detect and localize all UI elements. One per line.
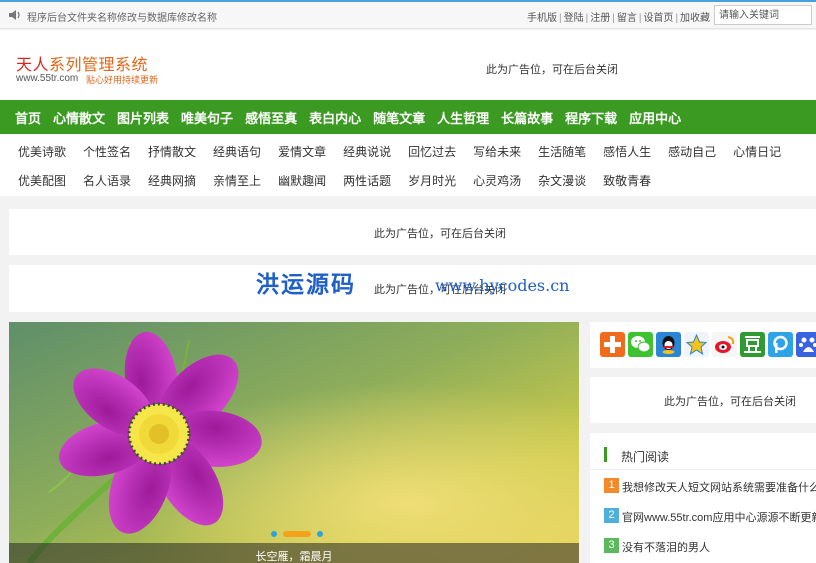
section-marker bbox=[604, 447, 607, 462]
subnav-item[interactable]: 优美配图 bbox=[18, 172, 66, 192]
douban-icon[interactable] bbox=[740, 332, 765, 357]
ad-text: 此为广告位，可在后台关闭 bbox=[664, 396, 796, 408]
subnav-item[interactable]: 两性话题 bbox=[343, 172, 391, 192]
nav-home[interactable]: 首页 bbox=[15, 108, 41, 127]
qq-icon[interactable] bbox=[656, 332, 681, 357]
ad-banner-1[interactable]: 此为广告位，可在后台关闭 bbox=[9, 209, 816, 255]
slider-dot[interactable] bbox=[271, 531, 277, 537]
subnav-item[interactable]: 个性签名 bbox=[83, 143, 131, 163]
message-link[interactable]: 留言 bbox=[617, 13, 637, 24]
main-nav: 首页 心情散文 图片列表 唯美句子 感悟至真 表白内心 随笔文章 人生哲理 长篇… bbox=[0, 100, 816, 134]
nav-essays[interactable]: 随笔文章 bbox=[373, 108, 425, 127]
subnav-item[interactable]: 心情日记 bbox=[733, 143, 781, 163]
divider bbox=[590, 469, 816, 470]
plus-share-icon[interactable] bbox=[600, 332, 625, 357]
subnav-item[interactable]: 心灵鸡汤 bbox=[473, 172, 521, 192]
subnav-item[interactable]: 致敬青春 bbox=[603, 172, 651, 192]
top-links: 手机版 | 登陆 | 注册 | 留言 | 设首页 | 加收藏 bbox=[527, 13, 711, 24]
rank-badge: 2 bbox=[604, 508, 619, 523]
subnav-item[interactable]: 经典网摘 bbox=[148, 172, 196, 192]
nav-downloads[interactable]: 程序下载 bbox=[565, 108, 617, 127]
qzone-star-icon[interactable] bbox=[684, 332, 709, 357]
image-slider[interactable]: 长空雁，霜晨月 bbox=[9, 322, 579, 563]
sub-nav-row-2: 优美配图 名人语录 经典网摘 亲情至上 幽默趣闻 两性话题 岁月时光 心灵鸡汤 … bbox=[18, 172, 668, 192]
set-homepage-link[interactable]: 设首页 bbox=[643, 13, 673, 24]
ad-banner-3[interactable]: 此为广告位，可在后台关闭 bbox=[590, 377, 816, 423]
login-link[interactable]: 登陆 bbox=[564, 13, 584, 24]
top-bar: 程序后台文件夹名称修改与数据库修改名称 手机版 | 登陆 | 注册 | 留言 | 设首页 | 加收藏 bbox=[0, 0, 816, 29]
wechat-icon[interactable] bbox=[628, 332, 653, 357]
pengyou-icon[interactable] bbox=[768, 332, 793, 357]
nav-insight[interactable]: 感悟至真 bbox=[245, 108, 297, 127]
slider-dot[interactable] bbox=[317, 531, 323, 537]
watermark-url: www.hycodes.cn bbox=[435, 276, 570, 295]
subnav-item[interactable]: 生活随笔 bbox=[538, 143, 586, 163]
watermark-cn: 洪运源码 bbox=[256, 271, 356, 297]
list-item-title[interactable]: 没有不落泪的男人 bbox=[622, 539, 710, 555]
header-ad[interactable]: 此为广告位，可在后台关闭 bbox=[486, 61, 618, 77]
mobile-link[interactable]: 手机版 bbox=[527, 13, 557, 24]
ad-text: 此为广告位，可在后台关闭 bbox=[374, 228, 506, 240]
subnav-item[interactable]: 写给未来 bbox=[473, 143, 521, 163]
subnav-item[interactable]: 杂文漫谈 bbox=[538, 172, 586, 192]
subnav-item[interactable]: 抒情散文 bbox=[148, 143, 196, 163]
logo-url: www.55tr.com bbox=[16, 73, 79, 84]
notice-text[interactable]: 程序后台文件夹名称修改与数据库修改名称 bbox=[27, 9, 217, 24]
share-bar bbox=[590, 322, 816, 368]
subnav-item[interactable]: 经典语句 bbox=[213, 143, 261, 163]
slide-image-flower bbox=[9, 322, 579, 563]
speaker-icon bbox=[9, 10, 20, 20]
hot-reading-panel: 热门阅读 1 我想修改天人短文网站系统需要准备什么？ 2 官网www.55tr.… bbox=[590, 433, 816, 563]
baidu-icon[interactable] bbox=[796, 332, 816, 357]
subnav-item[interactable]: 爱情文章 bbox=[278, 143, 326, 163]
nav-confession[interactable]: 表白内心 bbox=[309, 108, 361, 127]
slider-dot-active[interactable] bbox=[283, 531, 311, 537]
logo[interactable]: 天人系列管理系统 bbox=[16, 51, 148, 75]
sub-nav-row-1: 优美诗歌 个性签名 抒情散文 经典语句 爱情文章 经典说说 回忆过去 写给未来 … bbox=[18, 143, 798, 163]
subnav-item[interactable]: 经典说说 bbox=[343, 143, 391, 163]
search-input[interactable] bbox=[714, 5, 812, 25]
nav-beautiful-sentences[interactable]: 唯美句子 bbox=[181, 108, 233, 127]
nav-philosophy[interactable]: 人生哲理 bbox=[437, 108, 489, 127]
nav-mood-prose[interactable]: 心情散文 bbox=[53, 108, 105, 127]
sub-nav: 优美诗歌 个性签名 抒情散文 经典语句 爱情文章 经典说说 回忆过去 写给未来 … bbox=[0, 134, 816, 196]
list-item-title[interactable]: 官网www.55tr.com应用中心源源不断更新 bbox=[622, 509, 816, 525]
ad-banner-2[interactable]: 此为广告位，可在后台关闭 bbox=[9, 265, 816, 312]
subnav-item[interactable]: 幽默趣闻 bbox=[278, 172, 326, 192]
subnav-item[interactable]: 亲情至上 bbox=[213, 172, 261, 192]
register-link[interactable]: 注册 bbox=[590, 13, 610, 24]
subnav-item[interactable]: 回忆过去 bbox=[408, 143, 456, 163]
header: 天人系列管理系统 www.55tr.com 贴心好用持续更新 此为广告位，可在后… bbox=[0, 30, 816, 100]
bookmark-link[interactable]: 加收藏 bbox=[680, 13, 710, 24]
slider-dots bbox=[271, 530, 323, 538]
rank-badge: 3 bbox=[604, 538, 619, 553]
rank-badge: 1 bbox=[604, 478, 619, 493]
slide-caption[interactable]: 长空雁，霜晨月 bbox=[9, 548, 579, 563]
list-item-title[interactable]: 我想修改天人短文网站系统需要准备什么？ bbox=[622, 479, 816, 495]
logo-slogan: 贴心好用持续更新 bbox=[86, 75, 159, 85]
weibo-icon[interactable] bbox=[712, 332, 737, 357]
subnav-item[interactable]: 感动自己 bbox=[668, 143, 716, 163]
subnav-item[interactable]: 岁月时光 bbox=[408, 172, 456, 192]
nav-long-stories[interactable]: 长篇故事 bbox=[501, 108, 553, 127]
subnav-item[interactable]: 感悟人生 bbox=[603, 143, 651, 163]
subnav-item[interactable]: 名人语录 bbox=[83, 172, 131, 192]
subnav-item[interactable]: 优美诗歌 bbox=[18, 143, 66, 163]
nav-image-list[interactable]: 图片列表 bbox=[117, 108, 169, 127]
nav-app-center[interactable]: 应用中心 bbox=[629, 108, 681, 127]
hot-reading-title: 热门阅读 bbox=[621, 450, 670, 464]
